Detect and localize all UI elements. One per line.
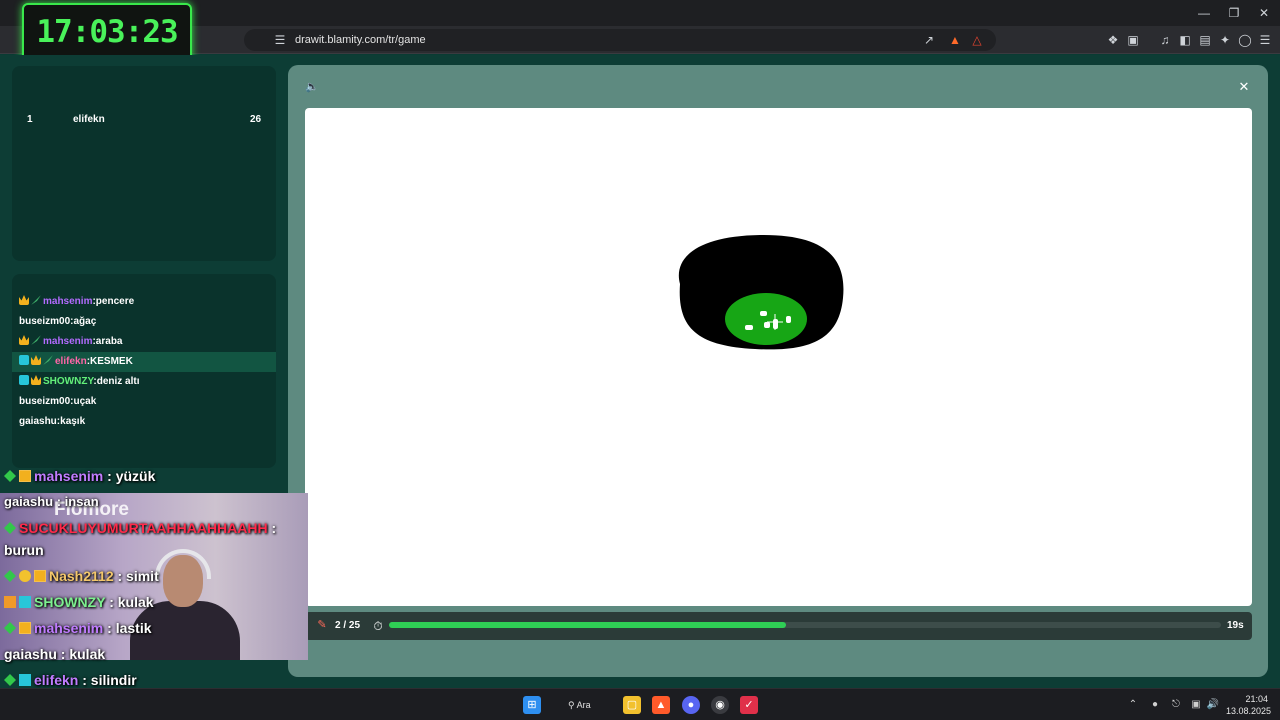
diamond-badge-icon <box>4 674 16 686</box>
menu-icon[interactable]: ☰ <box>1256 31 1274 49</box>
list-item: mahsenim : yüzük <box>4 468 155 484</box>
crown-icon <box>31 355 41 365</box>
list-item: gaiashu : kulak <box>4 646 106 662</box>
file-explorer-icon[interactable]: ▢ <box>623 696 641 714</box>
obs-icon[interactable]: ◉ <box>711 696 729 714</box>
leaderboard-score: 26 <box>250 114 262 125</box>
drawing-white-mark <box>764 322 770 328</box>
crown-icon <box>34 570 46 582</box>
restore-icon[interactable]: ❐ <box>1221 4 1247 22</box>
crown-icon <box>19 622 31 634</box>
list-item: Nash2112 : simit <box>4 568 159 584</box>
network-icon[interactable]: ▣ <box>1189 698 1203 712</box>
crown-icon <box>31 375 41 385</box>
game-modal: 🔈 ✕ ✎ 2 / 25 ⏱ 19s <box>288 65 1268 677</box>
browser-toolbar: □ ☰ drawit.blamity.com/tr/game ↗ ▲ △ ❖ ▣… <box>0 26 1280 54</box>
close-icon[interactable]: ✕ <box>1236 79 1252 95</box>
tabs-icon[interactable]: ▤ <box>1196 31 1214 49</box>
chevron-up-icon[interactable]: ⌃ <box>1126 698 1140 712</box>
time-left: 19s <box>1227 620 1244 631</box>
timer-progress-fill <box>389 622 786 628</box>
drawing-art <box>678 234 844 350</box>
diamond-badge-icon <box>4 622 16 634</box>
leaderboard-rank: 1 <box>27 114 33 125</box>
system-date: 13.08.2025 <box>1226 706 1272 716</box>
drawing-white-mark <box>745 325 753 330</box>
brave-shield-icon[interactable]: ▲ <box>946 31 964 49</box>
list-item: SUCUKLUYUMURTAAHHAAHHAAHH : <box>4 520 276 536</box>
drawing-white-mark <box>760 311 767 316</box>
list-item: mahsenim:pencere <box>12 292 276 312</box>
grid-badge-icon <box>19 596 31 608</box>
feather-icon <box>43 355 53 365</box>
discord-icon[interactable]: ● <box>682 696 700 714</box>
system-clock[interactable]: 21:04 13.08.2025 <box>1226 693 1272 717</box>
taskbar: ⊞ ⚲ Ara ▢ ▲ ● ◉ ✓ ⌃ ● ⎋ ▣ 🔊 21:04 13.08.… <box>0 688 1280 720</box>
brave-rewards-icon[interactable]: △ <box>968 31 986 49</box>
speaker-icon[interactable]: 🔈 <box>304 79 320 95</box>
crown-icon <box>19 295 29 305</box>
window-titlebar: — ❐ ✕ <box>0 0 1280 26</box>
taskbar-search[interactable]: ⚲ Ara <box>560 694 610 716</box>
list-item: burun <box>4 542 44 558</box>
feather-icon <box>31 295 41 305</box>
list-item: SHOWNZY:deniz altı <box>12 372 276 392</box>
list-item: elifekn:KESMEK <box>12 352 276 372</box>
minimize-icon[interactable]: — <box>1191 4 1217 22</box>
pencil-icon: ✎ <box>317 619 327 631</box>
drawing-green-blob <box>725 293 807 345</box>
feather-icon <box>31 335 41 345</box>
wallet-icon[interactable]: ▣ <box>1124 31 1142 49</box>
gift-badge-icon <box>4 596 16 608</box>
timer-icon: ⏱ <box>373 619 383 633</box>
leo-ai-icon[interactable]: ✦ <box>1216 31 1234 49</box>
windows-start-icon[interactable]: ⊞ <box>523 696 541 714</box>
drawing-white-mark <box>786 316 791 323</box>
headset <box>155 549 211 579</box>
list-item: mahsenim:araba <box>12 332 276 352</box>
tray-app-icon[interactable]: ● <box>1148 698 1162 712</box>
list-item: gaiashu : insan <box>4 494 99 509</box>
volume-icon[interactable]: 🔊 <box>1206 698 1220 712</box>
diamond-badge-icon <box>4 570 16 582</box>
leaderboard-name: elifekn <box>73 114 105 125</box>
list-item: buseizm00:uçak <box>19 396 97 407</box>
round-status-bar: ✎ 2 / 25 ⏱ 19s <box>305 612 1252 640</box>
leaderboard: 1 elifekn 26 <box>12 66 276 261</box>
microphone-icon[interactable]: ⎋ <box>1169 698 1183 712</box>
timer-progress-bar <box>389 622 1221 628</box>
diamond-badge-icon <box>4 470 16 482</box>
app-icon[interactable]: ✓ <box>740 696 758 714</box>
grid-badge-icon <box>19 375 29 385</box>
list-item: elifekn : silindir <box>4 672 137 688</box>
crown-icon <box>19 470 31 482</box>
brave-browser-icon[interactable]: ▲ <box>652 696 670 714</box>
system-time: 21:04 <box>1245 694 1268 704</box>
crown-icon <box>19 335 29 345</box>
share-icon[interactable]: ↗ <box>920 31 938 49</box>
grid-badge-icon <box>19 674 31 686</box>
game-chat[interactable]: mahsenim:pencere buseizm00:ağaç mahsenim… <box>12 274 276 468</box>
search-icon: ⚲ <box>568 700 575 710</box>
coin-badge-icon <box>19 570 31 582</box>
list-item: gaiashu:kaşık <box>19 416 86 427</box>
round-counter: 2 / 25 <box>335 620 361 631</box>
extensions-icon[interactable]: ❖ <box>1104 31 1122 49</box>
media-icon[interactable]: ♫ <box>1156 31 1174 49</box>
diamond-badge-icon <box>4 522 16 534</box>
stream-clock: 17:03:23 <box>22 3 192 62</box>
list-item: mahsenim : lastik <box>4 620 152 636</box>
grid-badge-icon <box>19 355 29 365</box>
drawing-canvas[interactable] <box>305 108 1252 606</box>
url-text: drawit.blamity.com/tr/game <box>295 34 426 46</box>
vpn-shield-icon[interactable]: ◯ <box>1236 31 1254 49</box>
sidebar-icon[interactable]: ◧ <box>1176 31 1194 49</box>
close-window-icon[interactable]: ✕ <box>1251 4 1277 22</box>
address-bar[interactable]: ☰ drawit.blamity.com/tr/game ↗ ▲ △ <box>244 29 996 51</box>
list-item: SHOWNZY : kulak <box>4 594 154 610</box>
list-item: buseizm00:ağaç <box>19 316 97 327</box>
site-settings-icon[interactable]: ☰ <box>271 31 289 49</box>
